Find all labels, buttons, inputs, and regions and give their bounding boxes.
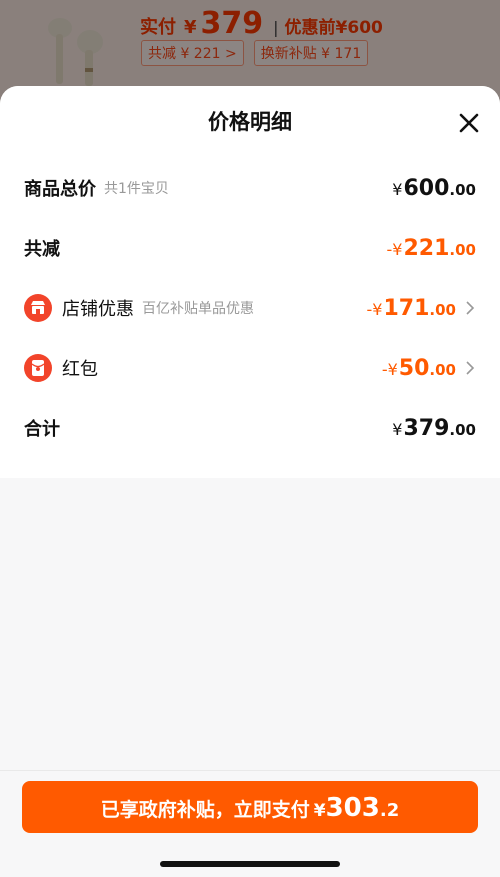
- currency-symbol: -¥: [366, 299, 383, 319]
- row-goods-total: 商品总价 共1件宝贝 ¥ 600 .00: [0, 158, 500, 218]
- shop-discount-desc: 百亿补贴单品优惠: [142, 301, 254, 317]
- row-shop-discount[interactable]: 店铺优惠 百亿补贴单品优惠 -¥ 171 .00: [0, 278, 500, 338]
- sum-price: ¥ 379 .00: [392, 416, 476, 441]
- price-decimal: .00: [429, 300, 456, 319]
- currency-symbol: ¥: [392, 419, 403, 439]
- pay-now-button[interactable]: 已享政府补贴，立即支付 ¥ 303 .2: [22, 781, 478, 833]
- chevron-right-icon: [466, 301, 475, 315]
- sheet-title: 价格明细: [208, 110, 292, 134]
- currency-symbol: ¥: [392, 179, 403, 199]
- row-total-discount: 共减 -¥ 221 .00: [0, 218, 500, 278]
- shop-discount-label: 店铺优惠: [62, 299, 134, 320]
- chevron-right-icon: [466, 361, 475, 375]
- pay-button-integer: 303: [325, 793, 380, 823]
- currency-symbol: -¥: [381, 359, 398, 379]
- pay-button-currency: ¥: [313, 801, 326, 821]
- total-discount-label: 共减: [24, 239, 60, 260]
- price-rows: 商品总价 共1件宝贝 ¥ 600 .00 共减 -¥ 221 .00 店铺优惠 …: [0, 158, 500, 478]
- shop-discount-price: -¥ 171 .00: [367, 296, 456, 321]
- row-sum: 合计 ¥ 379 .00: [0, 398, 500, 458]
- close-icon[interactable]: [458, 112, 480, 134]
- price-integer: 379: [403, 415, 450, 441]
- sheet-header: 价格明细: [0, 86, 500, 158]
- price-detail-sheet: 价格明细 商品总价 共1件宝贝 ¥ 600 .00 共减 -¥ 221 .00 …: [0, 86, 500, 877]
- red-packet-icon: [24, 354, 52, 382]
- price-decimal: .00: [429, 360, 456, 379]
- sum-label: 合计: [24, 419, 60, 440]
- total-discount-price: -¥ 221 .00: [387, 236, 476, 261]
- price-decimal: .00: [449, 240, 476, 259]
- goods-total-price: ¥ 600 .00: [392, 176, 476, 201]
- shop-icon: [24, 294, 52, 322]
- price-integer: 171: [383, 295, 430, 321]
- goods-count: 共1件宝贝: [104, 181, 169, 197]
- pay-button-decimal: .2: [379, 800, 400, 821]
- rows-padding: [0, 458, 500, 478]
- price-integer: 50: [398, 355, 430, 381]
- sheet-footer: 已享政府补贴，立即支付 ¥ 303 .2: [0, 770, 500, 877]
- price-integer: 600: [403, 175, 450, 201]
- goods-total-label: 商品总价: [24, 179, 96, 200]
- price-decimal: .00: [449, 180, 476, 199]
- red-packet-price: -¥ 50 .00: [382, 356, 456, 381]
- red-packet-label: 红包: [62, 359, 98, 380]
- pay-button-text: 已享政府补贴，立即支付: [100, 799, 310, 821]
- price-integer: 221: [403, 235, 450, 261]
- home-indicator[interactable]: [160, 861, 340, 867]
- price-decimal: .00: [449, 420, 476, 439]
- currency-symbol: -¥: [386, 239, 403, 259]
- row-red-packet[interactable]: 红包 -¥ 50 .00: [0, 338, 500, 398]
